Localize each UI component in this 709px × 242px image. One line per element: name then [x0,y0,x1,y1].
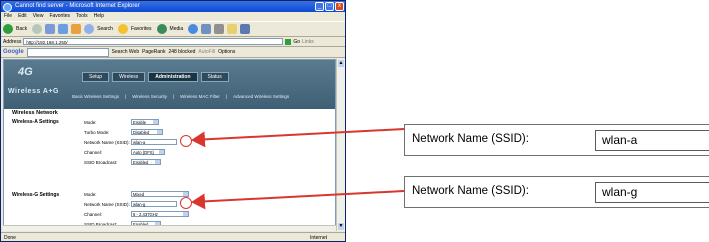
callout-ssid-a-field: wlan-a [595,130,709,151]
callout-ssid-g-label: Network Name (SSID): [412,185,529,197]
arrow-to-ssid-g [191,190,405,210]
callout-ssid-a-label: Network Name (SSID): [412,133,529,145]
arrow-to-ssid-a [191,128,405,148]
callout-ssid-g: Network Name (SSID): wlan-g [404,176,709,208]
callout-ssid-g-field: wlan-g [595,182,709,203]
callout-ssid-a: Network Name (SSID): wlan-a [404,124,709,156]
